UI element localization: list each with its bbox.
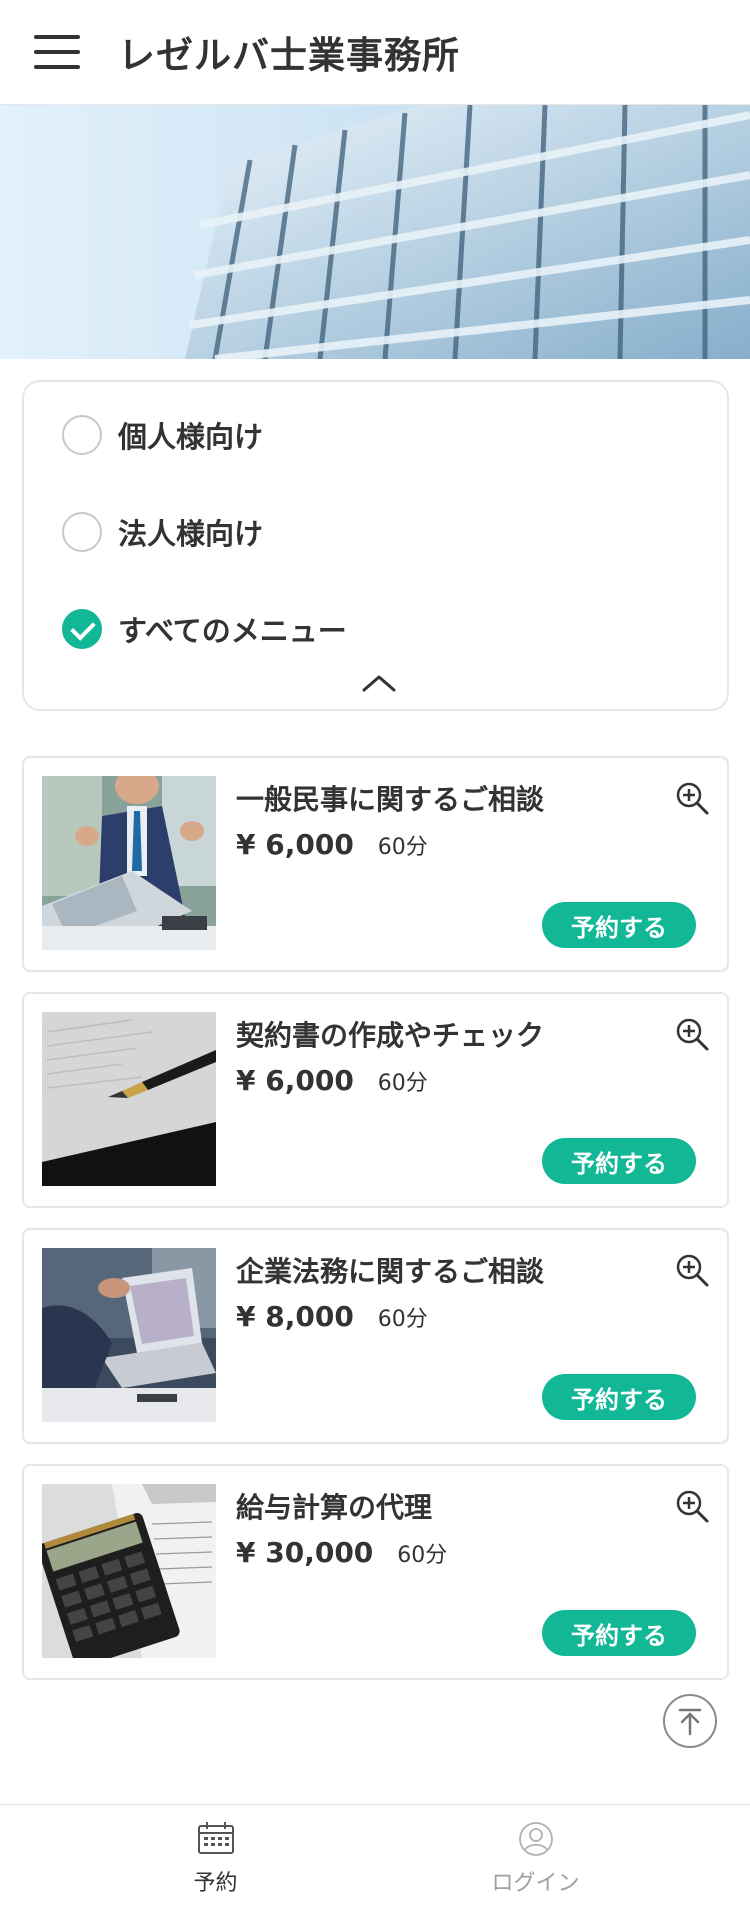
chevron-up-icon[interactable] <box>361 672 397 694</box>
price-row: ¥ 6,000 60分 <box>236 1064 428 1097</box>
nav-item-reservation[interactable]: 予約 <box>28 1805 403 1909</box>
reserve-button[interactable]: 予約する <box>542 902 696 948</box>
pen-on-paper-photo <box>42 1012 216 1186</box>
calculator-photo <box>42 1484 216 1658</box>
nav-label: 予約 <box>193 1871 238 1896</box>
zoom-in-icon[interactable] <box>674 1016 710 1052</box>
menu-card: 給与計算の代理 ¥ 30,000 60分 予約する <box>22 1464 729 1680</box>
reserve-button[interactable]: 予約する <box>542 1374 696 1420</box>
menu-title: 企業法務に関するご相談 <box>236 1255 545 1288</box>
menu-duration: 60分 <box>397 1543 448 1568</box>
menu-title: 契約書の作成やチェック <box>236 1019 545 1052</box>
menu-price: ¥ 30,000 <box>236 1536 374 1569</box>
radio-unchecked-icon[interactable] <box>62 415 102 455</box>
menu-card: 一般民事に関するご相談 ¥ 6,000 60分 予約する <box>22 756 729 972</box>
filter-option-all[interactable]: すべてのメニュー <box>62 608 347 650</box>
radio-unchecked-icon[interactable] <box>62 512 102 552</box>
reserve-button[interactable]: 予約する <box>542 1138 696 1184</box>
filter-option-label: すべてのメニュー <box>118 614 347 648</box>
meeting-laptop-photo <box>42 1248 216 1422</box>
zoom-in-icon[interactable] <box>674 780 710 816</box>
bottom-navigation: 予約 ログイン <box>0 1804 750 1909</box>
menu-price: ¥ 6,000 <box>236 1064 354 1097</box>
hero-banner-image <box>0 105 750 359</box>
hamburger-icon[interactable] <box>34 35 80 69</box>
nav-item-login[interactable]: ログイン <box>348 1805 723 1909</box>
radio-checked-icon[interactable] <box>62 609 102 649</box>
menu-card: 企業法務に関するご相談 ¥ 8,000 60分 予約する <box>22 1228 729 1444</box>
menu-title: 給与計算の代理 <box>236 1491 433 1524</box>
zoom-in-icon[interactable] <box>674 1252 710 1288</box>
menu-card: 契約書の作成やチェック ¥ 6,000 60分 予約する <box>22 992 729 1208</box>
price-row: ¥ 6,000 60分 <box>236 828 428 861</box>
menu-title: 一般民事に関するご相談 <box>236 783 545 816</box>
zoom-in-icon[interactable] <box>674 1488 710 1524</box>
filter-option-label: 法人様向け <box>118 517 264 551</box>
menu-duration: 60分 <box>377 835 428 860</box>
filter-option-corporate[interactable]: 法人様向け <box>62 511 263 553</box>
calendar-icon <box>197 1822 234 1854</box>
reserve-button[interactable]: 予約する <box>542 1610 696 1656</box>
menu-price: ¥ 6,000 <box>236 828 354 861</box>
nav-label: ログイン <box>491 1871 580 1896</box>
menu-duration: 60分 <box>377 1071 428 1096</box>
price-row: ¥ 8,000 60分 <box>236 1300 428 1333</box>
user-icon <box>518 1822 553 1856</box>
filter-option-individual[interactable]: 個人様向け <box>62 414 263 456</box>
businessman-laptop-photo <box>42 776 216 950</box>
site-title: レゼルバ士業事務所 <box>118 34 460 77</box>
arrow-up-to-top-icon <box>678 1708 702 1736</box>
app-header: レゼルバ士業事務所 <box>0 0 750 105</box>
price-row: ¥ 30,000 60分 <box>236 1536 447 1569</box>
filter-option-label: 個人様向け <box>118 420 264 454</box>
back-to-top-button[interactable] <box>663 1694 717 1748</box>
menu-filter-panel: 個人様向け 法人様向け すべてのメニュー <box>22 380 729 711</box>
menu-duration: 60分 <box>377 1307 428 1332</box>
menu-price: ¥ 8,000 <box>236 1300 354 1333</box>
